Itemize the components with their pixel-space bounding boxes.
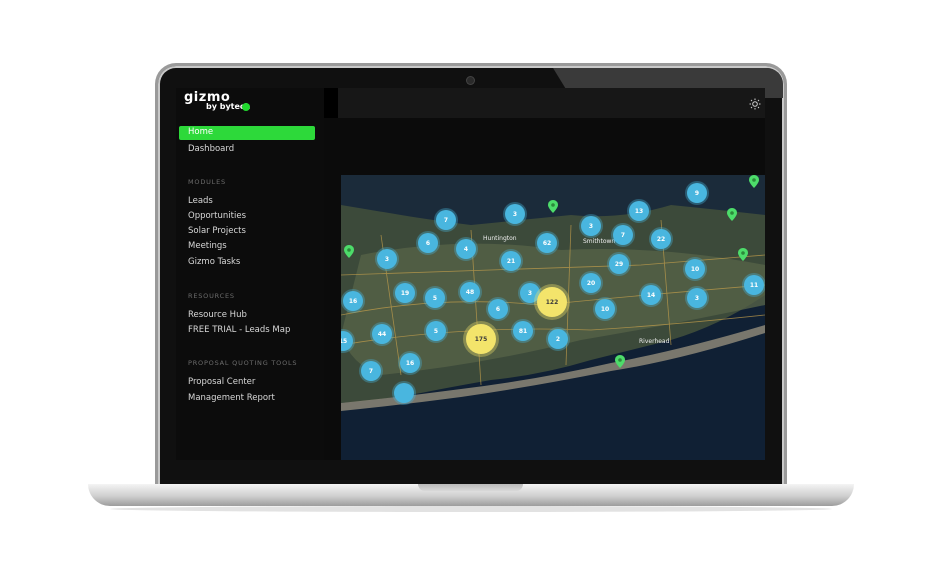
map-label-riverhead: Riverhead	[639, 338, 670, 345]
map-cluster[interactable]: 20	[581, 273, 601, 293]
map-cluster[interactable]: 7	[613, 225, 633, 245]
map-cluster[interactable]: 6	[418, 233, 438, 253]
map-cluster[interactable]: 16	[343, 291, 363, 311]
map-cluster[interactable]: 10	[595, 299, 615, 319]
map-pin-icon[interactable]	[615, 355, 625, 368]
map-cluster[interactable]: 3	[687, 288, 707, 308]
map-pin-icon[interactable]	[344, 245, 354, 258]
map-cluster[interactable]: 5	[426, 321, 446, 341]
laptop-base-notch	[418, 484, 523, 491]
section-label-proposal-tools: PROPOSAL QUOTING TOOLS	[188, 359, 298, 367]
sidebar-item-meetings[interactable]: Meetings	[188, 241, 227, 251]
map-label-smithtown: Smithtown	[583, 238, 616, 245]
map-cluster[interactable]: 7	[361, 361, 381, 381]
laptop-mockup: gizmo by bytech Home Dashboard MODULES L…	[0, 0, 940, 587]
map-cluster[interactable]: 2	[548, 329, 568, 349]
map-cluster[interactable]: 16	[400, 353, 420, 373]
leads-map[interactable]: Huntington Smithtown Riverhead 7 3 3 13 …	[341, 175, 765, 460]
map-cluster[interactable]: 14	[641, 285, 661, 305]
map-cluster[interactable]: 48	[460, 282, 480, 302]
map-cluster[interactable]: 3	[581, 216, 601, 236]
map-cluster[interactable]: 21	[501, 251, 521, 271]
sidebar-item-management-report[interactable]: Management Report	[188, 393, 275, 403]
map-cluster[interactable]: 7	[436, 210, 456, 230]
map-cluster[interactable]: 22	[651, 229, 671, 249]
map-terrain	[341, 175, 765, 460]
map-cluster[interactable]: 19	[395, 283, 415, 303]
map-cluster[interactable]: 3	[505, 204, 525, 224]
map-cluster[interactable]: 4	[456, 239, 476, 259]
map-cluster-large[interactable]: 175	[466, 324, 496, 354]
sidebar-item-gizmo-tasks[interactable]: Gizmo Tasks	[188, 257, 240, 267]
sidebar-item-label: Home	[188, 127, 214, 137]
sidebar-item-dashboard[interactable]: Dashboard	[188, 144, 234, 154]
map-pin-icon[interactable]	[548, 200, 558, 213]
map-pin-icon[interactable]	[727, 208, 737, 221]
gizmo-logo[interactable]: gizmo by bytech	[184, 90, 254, 116]
map-cluster-large[interactable]: 122	[537, 287, 567, 317]
sidebar-item-opportunities[interactable]: Opportunities	[188, 211, 246, 221]
map-cluster[interactable]: 13	[629, 201, 649, 221]
map-cluster[interactable]: 5	[425, 288, 445, 308]
sidebar-item-leads[interactable]: Leads	[188, 196, 213, 206]
logo-dot-icon	[242, 103, 250, 111]
map-cluster[interactable]: 62	[537, 233, 557, 253]
map-label-huntington: Huntington	[483, 235, 517, 242]
map-cluster[interactable]: 9	[687, 183, 707, 203]
sidebar-item-home[interactable]: Home	[179, 126, 315, 140]
sidebar-item-solar-projects[interactable]: Solar Projects	[188, 226, 246, 236]
map-cluster[interactable]: 81	[513, 321, 533, 341]
map-cluster[interactable]: 11	[744, 275, 764, 295]
map-cluster[interactable]: 3	[377, 249, 397, 269]
section-label-resources: RESOURCES	[188, 292, 235, 300]
sidebar-item-free-trial-leads-map[interactable]: FREE TRIAL - Leads Map	[188, 325, 290, 335]
map-pin-icon[interactable]	[738, 248, 748, 261]
map-cluster[interactable]: 29	[609, 254, 629, 274]
sun-icon[interactable]	[749, 98, 761, 110]
top-bar	[338, 88, 765, 118]
sidebar-item-resource-hub[interactable]: Resource Hub	[188, 310, 247, 320]
map-cluster[interactable]: 10	[685, 259, 705, 279]
map-cluster[interactable]: 44	[372, 324, 392, 344]
map-pin-icon[interactable]	[749, 175, 759, 188]
map-cluster[interactable]	[394, 383, 414, 403]
sidebar: gizmo by bytech Home Dashboard MODULES L…	[176, 88, 324, 460]
map-cluster[interactable]: 6	[488, 299, 508, 319]
laptop-shadow	[110, 506, 832, 512]
section-label-modules: MODULES	[188, 178, 226, 186]
camera-icon	[467, 77, 474, 84]
screen: gizmo by bytech Home Dashboard MODULES L…	[176, 88, 765, 460]
sidebar-item-proposal-center[interactable]: Proposal Center	[188, 377, 255, 387]
